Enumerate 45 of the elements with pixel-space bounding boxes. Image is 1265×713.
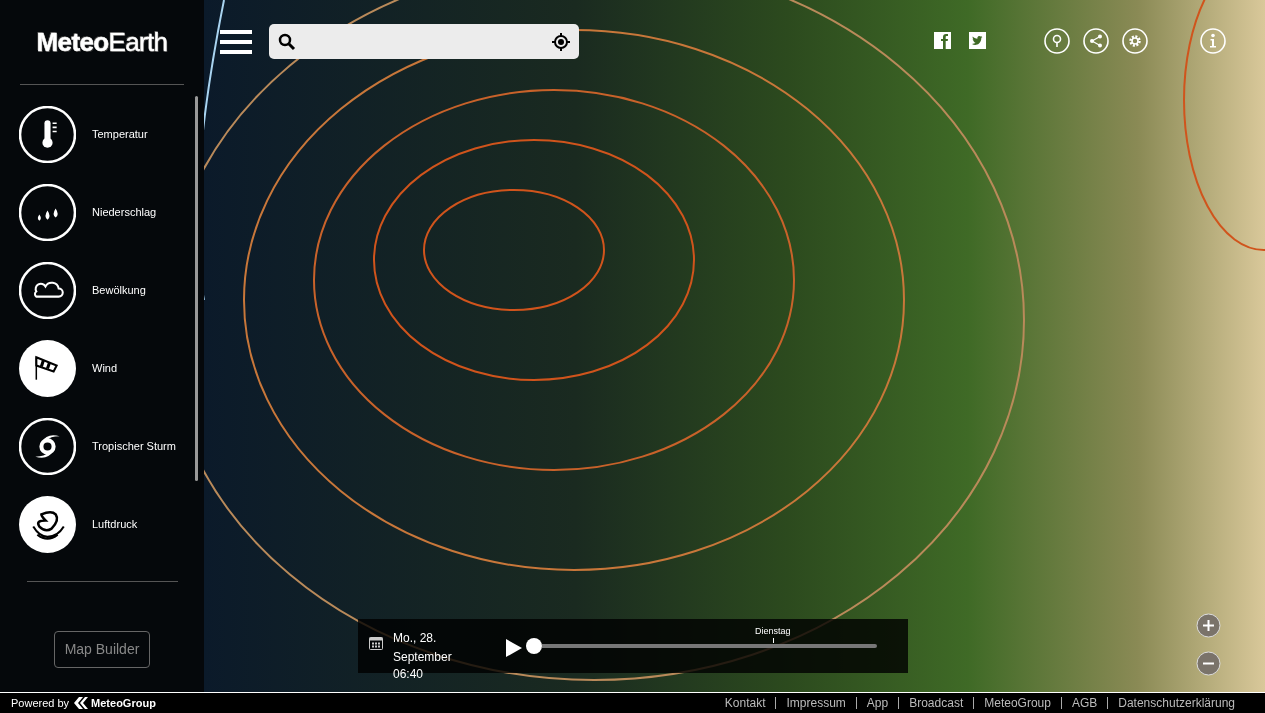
zoom-in-icon[interactable] xyxy=(1196,613,1221,638)
date-text: September xyxy=(393,649,452,665)
menu-icon[interactable] xyxy=(220,29,252,54)
pressure-layer-icon[interactable] xyxy=(19,496,76,553)
locate-icon[interactable] xyxy=(552,32,570,51)
settings-icon[interactable] xyxy=(1122,28,1148,54)
layer-label[interactable]: Bewölkung xyxy=(92,282,146,299)
twitter-icon[interactable] xyxy=(969,32,986,49)
footer-link[interactable]: Datenschutzerklärung xyxy=(1118,694,1235,712)
timeline-track[interactable] xyxy=(541,644,877,648)
date-text: Mo., 28. xyxy=(393,630,438,646)
timeline-thumb[interactable] xyxy=(525,638,542,654)
storm-layer-icon[interactable] xyxy=(19,418,76,475)
brand-logo-icon xyxy=(74,697,89,709)
brand-name: MeteoGroup xyxy=(91,695,156,711)
day-tick xyxy=(772,638,774,643)
zoom-out-icon[interactable] xyxy=(1196,651,1221,676)
footer-link[interactable]: AGB xyxy=(1071,694,1098,712)
footer-link[interactable]: Impressum xyxy=(786,694,846,712)
day-marker-label: Dienstag xyxy=(754,625,791,638)
layer-label[interactable]: Luftdruck xyxy=(92,516,138,533)
footer-link[interactable]: Kontakt xyxy=(724,694,766,712)
time-text: 06:40 xyxy=(393,667,425,681)
powered-by-text: Powered by xyxy=(11,695,70,711)
windsock-layer-icon[interactable] xyxy=(19,340,76,397)
share-icon[interactable] xyxy=(1083,28,1109,54)
scrollbar[interactable] xyxy=(195,96,198,481)
thermometer-layer-icon[interactable] xyxy=(19,106,76,163)
layer-label[interactable]: Temperatur xyxy=(92,126,148,143)
layer-label[interactable]: Tropischer Sturm xyxy=(92,438,176,455)
logo[interactable]: MeteoEarth xyxy=(36,22,168,62)
footer-link[interactable]: App xyxy=(866,694,889,712)
map-builder-button[interactable]: Map Builder xyxy=(53,631,151,668)
calendar-icon[interactable] xyxy=(369,636,383,650)
layer-label[interactable]: Wind xyxy=(92,360,118,377)
rain-layer-icon[interactable] xyxy=(19,184,76,241)
location-pin-icon[interactable] xyxy=(1044,28,1070,54)
search-field[interactable] xyxy=(269,24,579,59)
cloud-layer-icon[interactable] xyxy=(19,262,76,319)
play-icon[interactable] xyxy=(505,639,522,657)
layer-label[interactable]: Niederschlag xyxy=(92,204,157,221)
facebook-icon[interactable] xyxy=(934,32,951,49)
search-icon xyxy=(278,32,296,51)
footer-link[interactable]: MeteoGroup xyxy=(984,694,1051,712)
footer-link[interactable]: Broadcast xyxy=(909,694,964,712)
